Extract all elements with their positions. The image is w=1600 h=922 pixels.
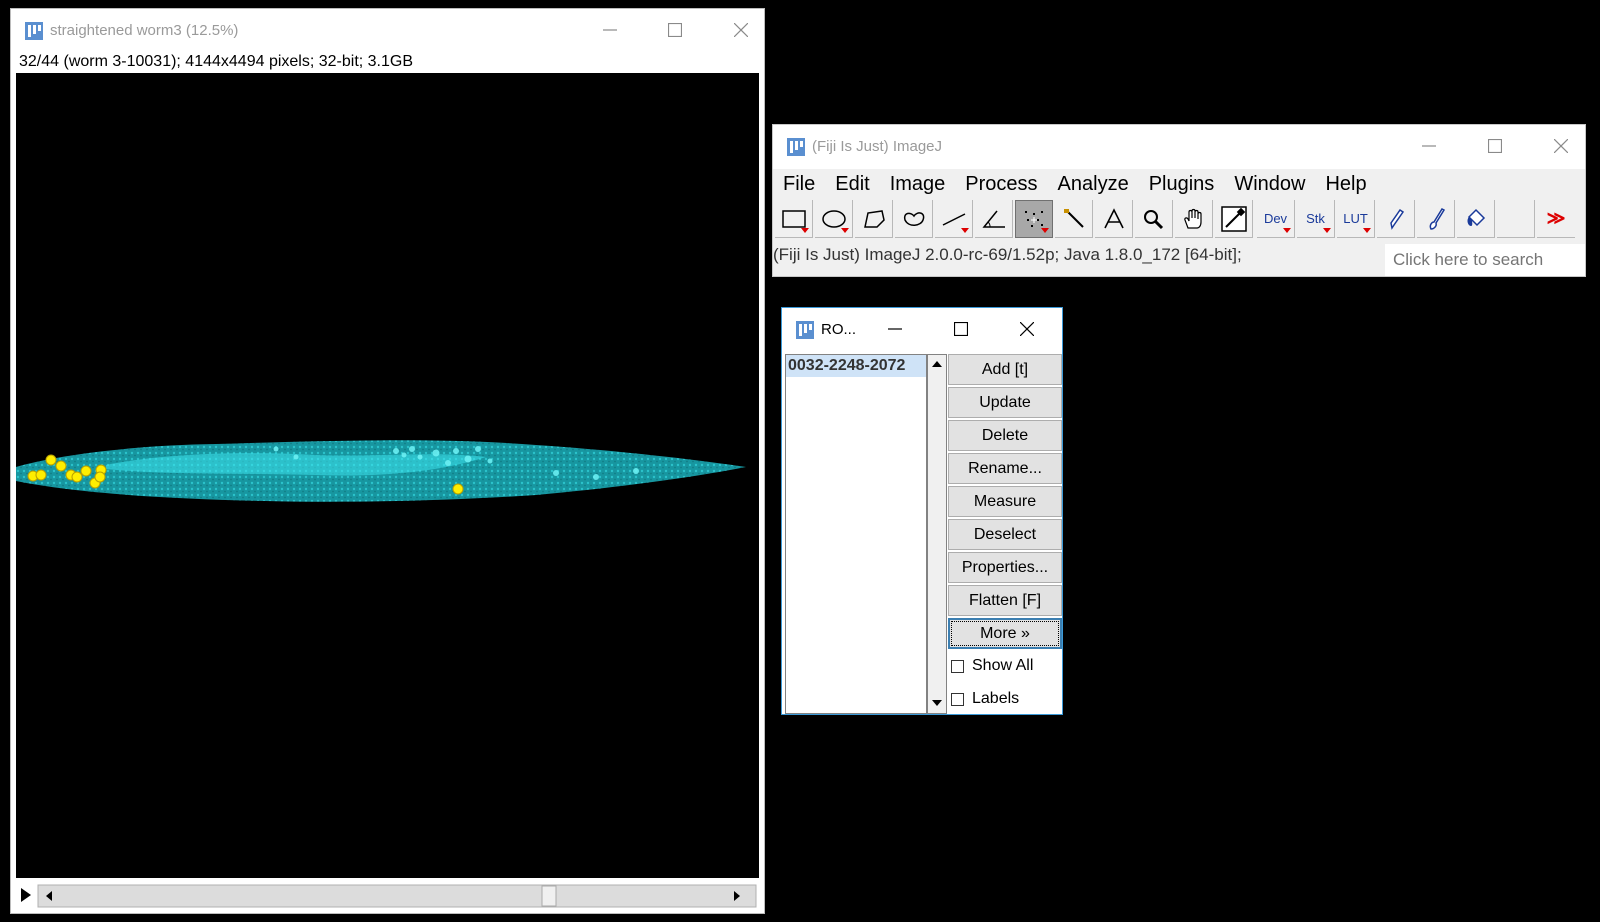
worm-image bbox=[16, 440, 746, 502]
fiji-icon bbox=[786, 137, 806, 157]
brush-icon bbox=[1429, 207, 1445, 230]
flatten-button[interactable]: Flatten [F] bbox=[948, 585, 1062, 616]
menu-plugins[interactable]: Plugins bbox=[1139, 169, 1225, 199]
polygon-tool[interactable] bbox=[855, 200, 893, 238]
imagej-main-window: (Fiji Is Just) ImageJ File Edit Image Pr… bbox=[772, 124, 1586, 277]
search-input[interactable] bbox=[1385, 244, 1585, 276]
roi-list[interactable]: 0032-2248-2072 bbox=[785, 354, 927, 714]
lut-menu[interactable]: LUT bbox=[1337, 200, 1375, 238]
labels-label: Labels bbox=[972, 690, 1020, 707]
menu-analyze[interactable]: Analyze bbox=[1048, 169, 1139, 199]
dev-menu[interactable]: Dev bbox=[1257, 200, 1295, 238]
scroll-down-icon bbox=[932, 700, 942, 706]
hand-tool[interactable] bbox=[1175, 200, 1213, 238]
polygon-icon bbox=[863, 209, 885, 228]
stk-menu-label: Stk bbox=[1306, 211, 1325, 226]
zoom-tool[interactable] bbox=[1135, 200, 1173, 238]
slice-scrollbar[interactable] bbox=[16, 883, 759, 909]
pencil-icon bbox=[1389, 208, 1404, 230]
fiji-icon bbox=[795, 320, 815, 340]
status-line: (Fiji Is Just) ImageJ 2.0.0-rc-69/1.52p;… bbox=[773, 245, 1242, 264]
multipoint-icon bbox=[1025, 211, 1043, 227]
freehand-icon bbox=[903, 211, 924, 226]
minimize-icon[interactable] bbox=[878, 314, 912, 344]
angle-tool[interactable] bbox=[975, 200, 1013, 238]
more-tools[interactable]: ≫ bbox=[1537, 200, 1575, 238]
close-icon[interactable] bbox=[1544, 131, 1578, 161]
double-chevron-icon: ≫ bbox=[1546, 208, 1566, 228]
scroll-up-icon bbox=[932, 361, 942, 367]
brush-tool[interactable] bbox=[1417, 200, 1455, 238]
rectangle-tool[interactable] bbox=[775, 200, 813, 238]
menu-help[interactable]: Help bbox=[1315, 169, 1376, 199]
image-canvas[interactable] bbox=[16, 73, 759, 878]
fiji-icon bbox=[24, 21, 44, 41]
imagej-titlebar[interactable]: (Fiji Is Just) ImageJ bbox=[773, 125, 1585, 169]
color-picker-tool[interactable] bbox=[1215, 200, 1253, 238]
rectangle-icon bbox=[781, 209, 806, 228]
maximize-icon[interactable] bbox=[658, 15, 692, 45]
dev-menu-label: Dev bbox=[1263, 211, 1288, 226]
blank-tool-slot bbox=[1497, 200, 1535, 238]
image-window-titlebar[interactable]: straightened worm3 (12.5%) bbox=[11, 9, 764, 53]
eyedropper-icon bbox=[1220, 205, 1247, 232]
hand-icon bbox=[1183, 208, 1202, 229]
oval-icon bbox=[821, 209, 846, 228]
close-icon[interactable] bbox=[1010, 314, 1044, 344]
close-icon[interactable] bbox=[724, 15, 758, 45]
add-button[interactable]: Add [t] bbox=[948, 354, 1062, 385]
menu-process[interactable]: Process bbox=[955, 169, 1047, 199]
wand-tool[interactable] bbox=[1055, 200, 1093, 238]
show-all-label: Show All bbox=[972, 657, 1034, 674]
image-window: straightened worm3 (12.5%) 32/44 (worm 3… bbox=[10, 8, 765, 914]
menu-window[interactable]: Window bbox=[1224, 169, 1315, 199]
maximize-icon[interactable] bbox=[1478, 131, 1512, 161]
toolbar: Dev Stk LUT ≫ bbox=[775, 199, 1585, 241]
flood-fill-tool[interactable] bbox=[1457, 200, 1495, 238]
text-tool[interactable] bbox=[1095, 200, 1133, 238]
labels-checkbox[interactable]: Labels bbox=[951, 690, 1019, 708]
wand-icon bbox=[1063, 208, 1084, 228]
play-icon bbox=[21, 888, 31, 902]
show-all-checkbox-box[interactable] bbox=[951, 659, 964, 673]
menu-file[interactable]: File bbox=[773, 169, 825, 199]
measure-button[interactable]: Measure bbox=[948, 486, 1062, 517]
oval-tool[interactable] bbox=[815, 200, 853, 238]
update-button[interactable]: Update bbox=[948, 387, 1062, 418]
line-icon bbox=[942, 212, 965, 226]
labels-checkbox-box[interactable] bbox=[951, 692, 964, 706]
roi-list-item[interactable]: 0032-2248-2072 bbox=[786, 355, 926, 377]
image-window-title: straightened worm3 (12.5%) bbox=[50, 22, 239, 39]
roi-list-scrollbar[interactable] bbox=[927, 354, 947, 714]
scrollbar-thumb bbox=[541, 885, 557, 907]
line-tool[interactable] bbox=[935, 200, 973, 238]
show-all-checkbox[interactable]: Show All bbox=[951, 657, 1033, 675]
freehand-tool[interactable] bbox=[895, 200, 933, 238]
multipoint-tool[interactable] bbox=[1015, 200, 1053, 238]
deselect-button[interactable]: Deselect bbox=[948, 519, 1062, 550]
menu-bar: File Edit Image Process Analyze Plugins … bbox=[773, 169, 1585, 199]
minimize-icon[interactable] bbox=[1412, 131, 1446, 161]
lut-menu-label: LUT bbox=[1343, 211, 1368, 226]
stk-menu[interactable]: Stk bbox=[1297, 200, 1335, 238]
pencil-tool[interactable] bbox=[1377, 200, 1415, 238]
delete-button[interactable]: Delete bbox=[948, 420, 1062, 451]
imagej-title: (Fiji Is Just) ImageJ bbox=[812, 138, 943, 155]
image-info-line: 32/44 (worm 3-10031); 4144x4494 pixels; … bbox=[19, 53, 414, 70]
minimize-icon[interactable] bbox=[593, 15, 627, 45]
angle-icon bbox=[981, 210, 1005, 228]
properties-button[interactable]: Properties... bbox=[948, 552, 1062, 583]
more-button[interactable]: More » bbox=[948, 618, 1062, 649]
roi-manager-titlebar[interactable]: RO... bbox=[782, 308, 1062, 352]
rename-button[interactable]: Rename... bbox=[948, 453, 1062, 484]
text-icon bbox=[1103, 207, 1124, 228]
magnifier-icon bbox=[1143, 209, 1163, 229]
menu-edit[interactable]: Edit bbox=[825, 169, 879, 199]
roi-manager-window: RO... 0032-2248-2072 Add [t] Update Dele… bbox=[781, 307, 1063, 715]
maximize-icon[interactable] bbox=[944, 314, 978, 344]
roi-manager-title: RO... bbox=[821, 321, 857, 338]
bucket-icon bbox=[1467, 208, 1485, 226]
menu-image[interactable]: Image bbox=[880, 169, 956, 199]
